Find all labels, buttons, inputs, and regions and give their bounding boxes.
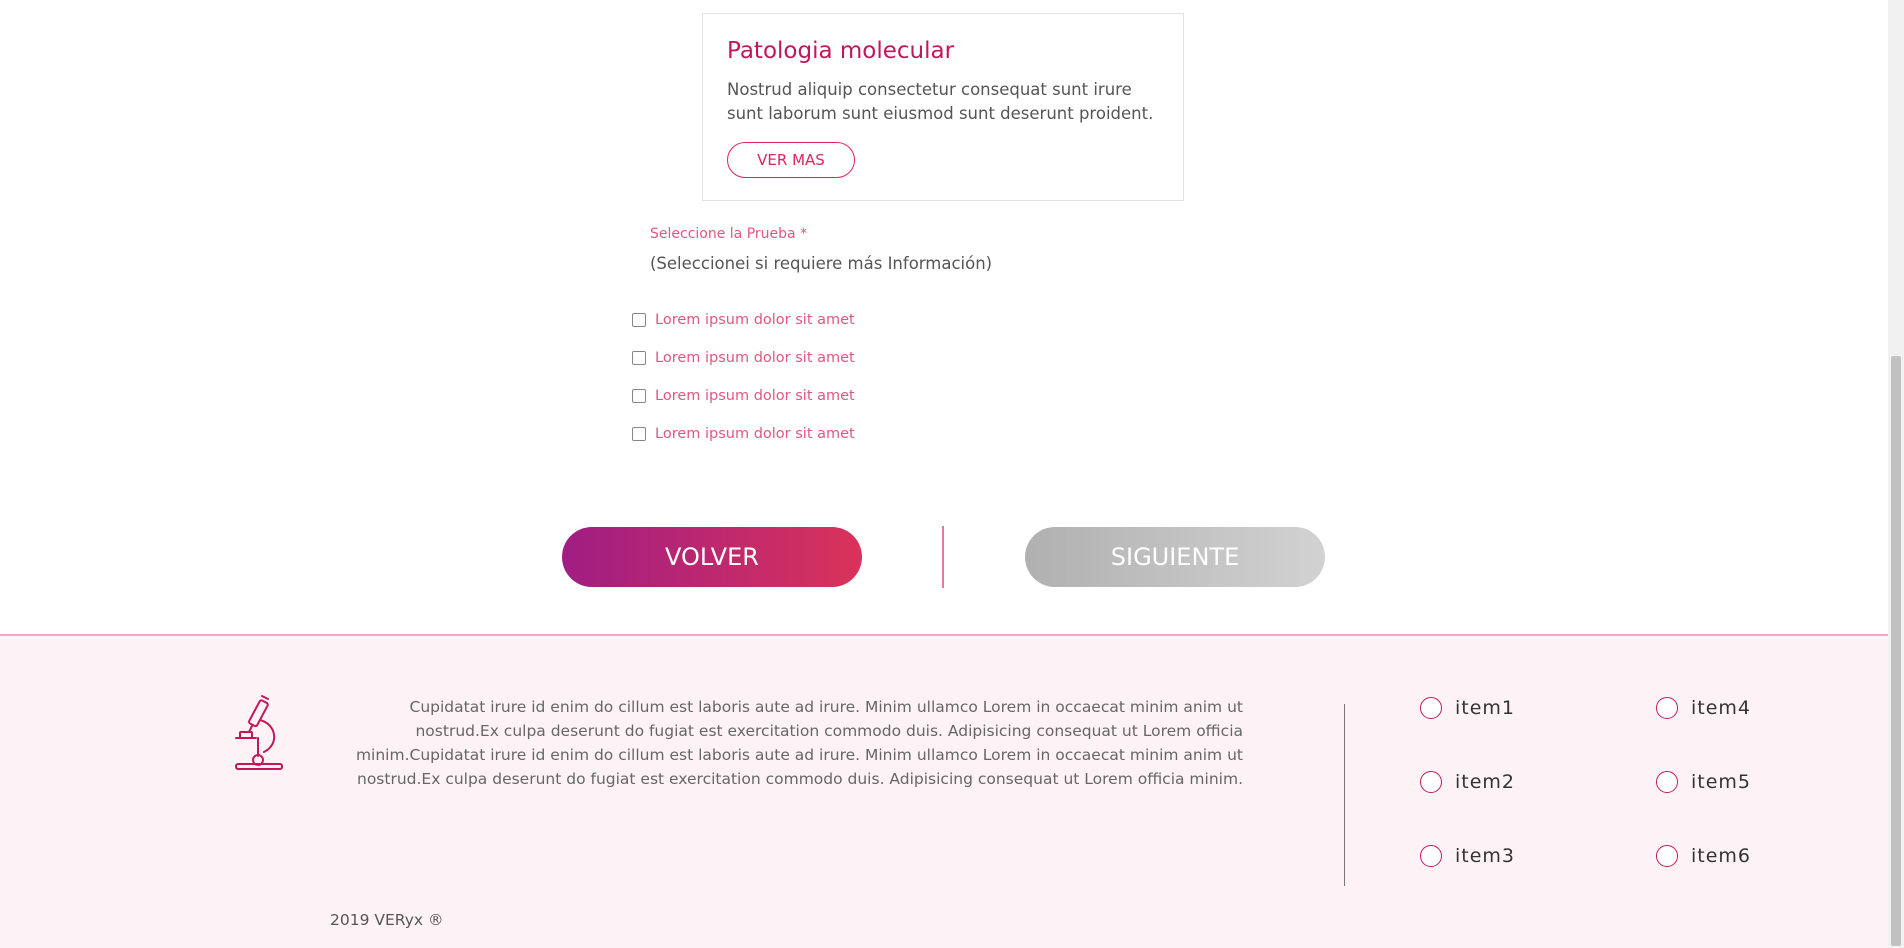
scrollbar[interactable] xyxy=(1888,0,1904,948)
checkbox-option[interactable]: Lorem ipsum dolor sit amet xyxy=(632,348,855,368)
footer-option-item5[interactable]: item5 xyxy=(1656,771,1751,793)
footer-text: Cupidatat irure id enim do cillum est la… xyxy=(355,698,1243,788)
checkbox-label: Lorem ipsum dolor sit amet xyxy=(655,312,855,328)
ver-mas-button[interactable]: VER MAS xyxy=(727,142,855,178)
option-label: item3 xyxy=(1455,845,1516,867)
option-label: item6 xyxy=(1691,845,1752,867)
footer-option-item6[interactable]: item6 xyxy=(1656,845,1751,867)
footer-option-item4[interactable]: item4 xyxy=(1656,697,1751,719)
footer-divider xyxy=(1344,704,1345,886)
scrollbar-thumb[interactable] xyxy=(1891,356,1901,946)
footer-option-item1[interactable]: item1 xyxy=(1420,697,1515,719)
card-description: Nostrud aliquip consectetur consequat su… xyxy=(727,80,1154,123)
checkbox[interactable] xyxy=(632,427,646,441)
radio-circle-icon[interactable] xyxy=(1420,845,1442,867)
checkbox[interactable] xyxy=(632,313,646,327)
checkbox-label: Lorem ipsum dolor sit amet xyxy=(655,426,855,442)
checkbox[interactable] xyxy=(632,389,646,403)
copyright: 2019 VERyx ® xyxy=(330,911,444,929)
info-card: Patologia molecular Nostrud aliquip cons… xyxy=(702,13,1184,201)
page: Patologia molecular Nostrud aliquip cons… xyxy=(0,0,1904,948)
button-divider xyxy=(942,526,944,588)
checkbox[interactable] xyxy=(632,351,646,365)
checkbox-option[interactable]: Lorem ipsum dolor sit amet xyxy=(632,424,855,444)
checkbox-label: Lorem ipsum dolor sit amet xyxy=(655,350,855,366)
footer: Cupidatat irure id enim do cillum est la… xyxy=(0,634,1888,948)
option-label: item4 xyxy=(1691,697,1752,719)
checkbox-option[interactable]: Lorem ipsum dolor sit amet xyxy=(632,310,855,330)
option-label: item1 xyxy=(1455,697,1516,719)
checkbox-option[interactable]: Lorem ipsum dolor sit amet xyxy=(632,386,855,406)
microscope-icon xyxy=(235,695,283,770)
radio-circle-icon[interactable] xyxy=(1656,845,1678,867)
radio-circle-icon[interactable] xyxy=(1420,697,1442,719)
back-button[interactable]: VOLVER xyxy=(562,527,862,587)
checkbox-label: Lorem ipsum dolor sit amet xyxy=(655,388,855,404)
option-label: item2 xyxy=(1455,771,1516,793)
card-title: Patologia molecular xyxy=(727,38,955,64)
test-select[interactable]: (Seleccionei si requiere más Información… xyxy=(650,254,992,273)
radio-circle-icon[interactable] xyxy=(1420,771,1442,793)
option-label: item5 xyxy=(1691,771,1752,793)
footer-option-item2[interactable]: item2 xyxy=(1420,771,1515,793)
footer-option-item3[interactable]: item3 xyxy=(1420,845,1515,867)
radio-circle-icon[interactable] xyxy=(1656,697,1678,719)
next-button[interactable]: SIGUIENTE xyxy=(1025,527,1325,587)
select-label: Seleccione la Prueba * xyxy=(650,226,808,242)
radio-circle-icon[interactable] xyxy=(1656,771,1678,793)
